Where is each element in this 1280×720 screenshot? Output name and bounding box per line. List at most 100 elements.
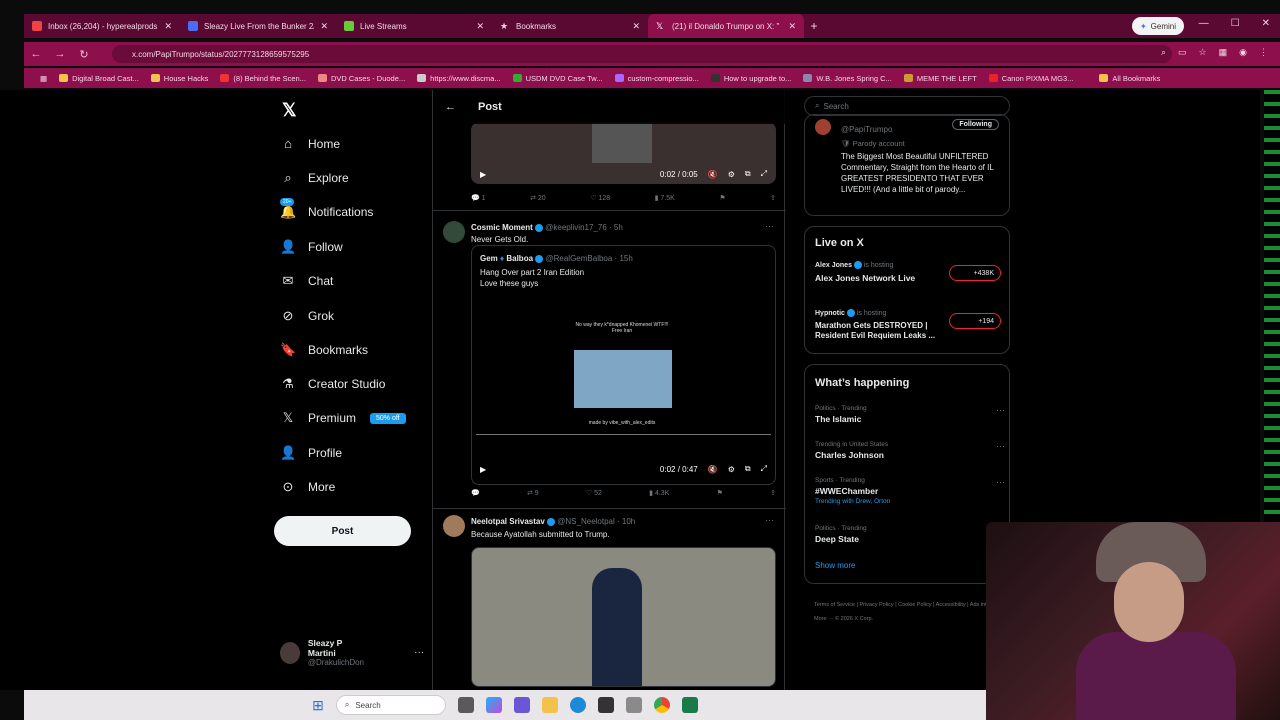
more-dots-icon[interactable]: ··· — [765, 515, 774, 525]
teams-icon[interactable] — [513, 697, 530, 713]
nav-explore[interactable]: ⌕ Explore — [280, 170, 348, 186]
nav-bookmarks[interactable]: 🔖 Bookmarks — [280, 342, 368, 358]
trend-item[interactable]: Politics · Trending The Islamic ··· — [815, 405, 1005, 424]
nav-grok[interactable]: ⊘ Grok — [280, 308, 334, 324]
more-dots-icon[interactable]: ··· — [996, 477, 1005, 487]
minimize-icon[interactable]: — — [1199, 18, 1209, 29]
like-button[interactable]: ♡ 128 — [590, 194, 610, 202]
close-icon[interactable]: ✕ — [788, 21, 796, 32]
reply-button[interactable]: 💬 — [471, 489, 480, 497]
mute-icon[interactable]: 🔇 — [708, 465, 718, 474]
footer-links[interactable]: Terms of Service | Privacy Policy | Cook… — [814, 598, 994, 626]
nav-home[interactable]: ⌂ Home — [280, 136, 340, 151]
copilot-icon[interactable] — [485, 697, 502, 713]
reply-button[interactable]: 💬 1 — [471, 194, 486, 202]
nav-notifications[interactable]: 🔔 20+ Notifications — [280, 198, 373, 220]
bookmark-button[interactable]: ⚑ — [717, 489, 723, 497]
maximize-icon[interactable]: ☐ — [1231, 18, 1240, 29]
settings-icon[interactable]: ⚙ — [728, 170, 735, 179]
nav-creator-studio[interactable]: ⚗ Creator Studio — [280, 376, 385, 392]
x-logo-icon[interactable]: 𝕏 — [282, 100, 297, 121]
repost-button[interactable]: ⇄ 9 — [527, 489, 539, 497]
nav-chat[interactable]: ✉ Chat — [280, 273, 334, 289]
windows-start-icon[interactable]: ⊞ — [312, 697, 324, 714]
trend-item[interactable]: Sports · Trending #WWEChamber Trending w… — [815, 477, 1005, 505]
menu-icon[interactable]: ⋮ — [1259, 47, 1268, 58]
all-bookmarks[interactable]: All Bookmarks — [1099, 74, 1160, 83]
like-button[interactable]: ♡ 52 — [586, 489, 602, 497]
video-player[interactable] — [471, 547, 776, 687]
tweet[interactable]: Neelotpal Srivastav @NS_Neelotpal · 10h … — [433, 509, 786, 689]
taskbar-search[interactable]: ⌕ Search — [335, 695, 446, 715]
show-more-link[interactable]: Show more — [815, 561, 855, 570]
nav-follow[interactable]: 👤 Follow — [280, 239, 343, 255]
close-icon[interactable]: ✕ — [476, 21, 484, 32]
url-field[interactable]: x.com/PapiTrumpo/status/2027773128659575… — [112, 45, 1172, 63]
bookmark-button[interactable]: ⚑ — [719, 194, 725, 202]
share-button[interactable]: ⇪ — [770, 489, 776, 497]
app-icon[interactable] — [681, 697, 698, 713]
bookmark-item[interactable]: MEME THE LEFT — [903, 74, 977, 83]
play-icon[interactable]: ▶ — [480, 170, 486, 179]
reload-icon[interactable]: ↻ — [72, 48, 96, 61]
video-player[interactable]: ▶ 0:02 / 0:05 🔇 ⚙ ⧉ ⤢ — [471, 122, 776, 184]
views-button[interactable]: ▮ 7.5K — [655, 194, 675, 202]
close-icon[interactable]: ✕ — [164, 21, 172, 32]
settings-icon[interactable]: ⚙ — [728, 465, 735, 474]
close-icon[interactable]: ✕ — [320, 21, 328, 32]
bookmark-item[interactable]: DVD Cases - Duode... — [317, 74, 405, 83]
tweet[interactable]: Cosmic Moment @keeplivin17_76 · 5h Never… — [433, 211, 786, 501]
gemini-button[interactable]: ✦ Gemini — [1131, 17, 1184, 35]
back-arrow-icon[interactable]: ← — [445, 101, 456, 113]
zoom-icon[interactable]: ⌕ — [1161, 47, 1166, 58]
tab-x-post[interactable]: 𝕏 (21) il Donaldo Trumpo on X: " ✕ — [648, 14, 804, 38]
new-tab-button[interactable]: + — [804, 19, 824, 33]
close-icon[interactable]: ✕ — [632, 21, 640, 32]
window-close-icon[interactable]: ✕ — [1262, 18, 1270, 29]
pip-icon[interactable]: ⧉ — [745, 464, 751, 474]
bookmark-item[interactable]: Digital Broad Cast... — [59, 74, 139, 83]
quoted-tweet[interactable]: Gem ♦ Balboa @RealGemBalboa · 15h Hang O… — [471, 245, 776, 485]
avatar[interactable] — [443, 515, 465, 537]
tweet-author[interactable]: Neelotpal Srivastav @NS_Neelotpal · 10h — [471, 517, 635, 526]
tab-inbox[interactable]: Inbox (26,204) - hyperealprods ✕ — [24, 14, 180, 38]
share-button[interactable]: ⇪ — [770, 194, 776, 202]
live-item[interactable]: Hypnotic is hosting Marathon Gets DESTRO… — [815, 309, 1005, 349]
tab-live-streams[interactable]: Live Streams ✕ — [336, 14, 492, 38]
post-button[interactable]: Post — [274, 516, 411, 546]
bookmark-item[interactable]: W.B. Jones Spring C... — [803, 74, 892, 83]
task-view-icon[interactable] — [457, 697, 474, 713]
trend-item[interactable]: Politics · Trending Deep State — [815, 525, 1005, 544]
quoted-video[interactable]: No way they k*dnapped Khomenei WTF!!! Fr… — [472, 294, 775, 456]
edge-icon[interactable] — [569, 697, 586, 713]
store-icon[interactable] — [597, 697, 614, 713]
avatar[interactable] — [815, 119, 831, 135]
fullscreen-icon[interactable]: ⤢ — [761, 464, 767, 474]
mute-icon[interactable]: 🔇 — [708, 170, 718, 179]
bookmark-item[interactable]: House Hacks — [150, 74, 208, 83]
nav-more[interactable]: ⊙ More — [280, 479, 336, 495]
nav-profile[interactable]: 👤 Profile — [280, 445, 342, 461]
bookmark-item[interactable]: USDM DVD Case Tw... — [512, 74, 603, 83]
fullscreen-icon[interactable]: ⤢ — [761, 169, 767, 179]
bookmark-star-icon[interactable]: ☆ — [1199, 47, 1207, 58]
account-switcher[interactable]: Sleazy P Martini @DrakulichDon ··· — [280, 638, 424, 667]
tab-sleazy-live[interactable]: Sleazy Live From the Bunker 2/ ✕ — [180, 14, 336, 38]
bookmark-item[interactable]: https://www.discma... — [417, 74, 501, 83]
more-dots-icon[interactable]: ··· — [996, 405, 1005, 415]
profile-icon[interactable]: ◉ — [1239, 47, 1247, 58]
following-button[interactable]: Following — [952, 119, 999, 130]
more-dots-icon[interactable]: ··· — [765, 221, 774, 231]
play-icon[interactable]: ▶ — [480, 465, 486, 474]
tweet-author[interactable]: Cosmic Moment @keeplivin17_76 · 5h — [471, 223, 623, 232]
file-explorer-icon[interactable] — [541, 697, 558, 713]
repost-button[interactable]: ⇄ 20 — [530, 194, 546, 202]
more-dots-icon[interactable]: ··· — [996, 441, 1005, 451]
cast-icon[interactable]: ▭ — [1178, 47, 1187, 58]
pip-icon[interactable]: ⧉ — [745, 169, 751, 179]
live-item[interactable]: Alex Jones is hosting Alex Jones Network… — [815, 261, 1005, 297]
extensions-icon[interactable]: ▦ — [1219, 47, 1228, 58]
app-icon[interactable] — [625, 697, 642, 713]
search-input[interactable]: ⌕ Search — [804, 96, 1010, 116]
video-progress-bar[interactable] — [476, 434, 771, 435]
